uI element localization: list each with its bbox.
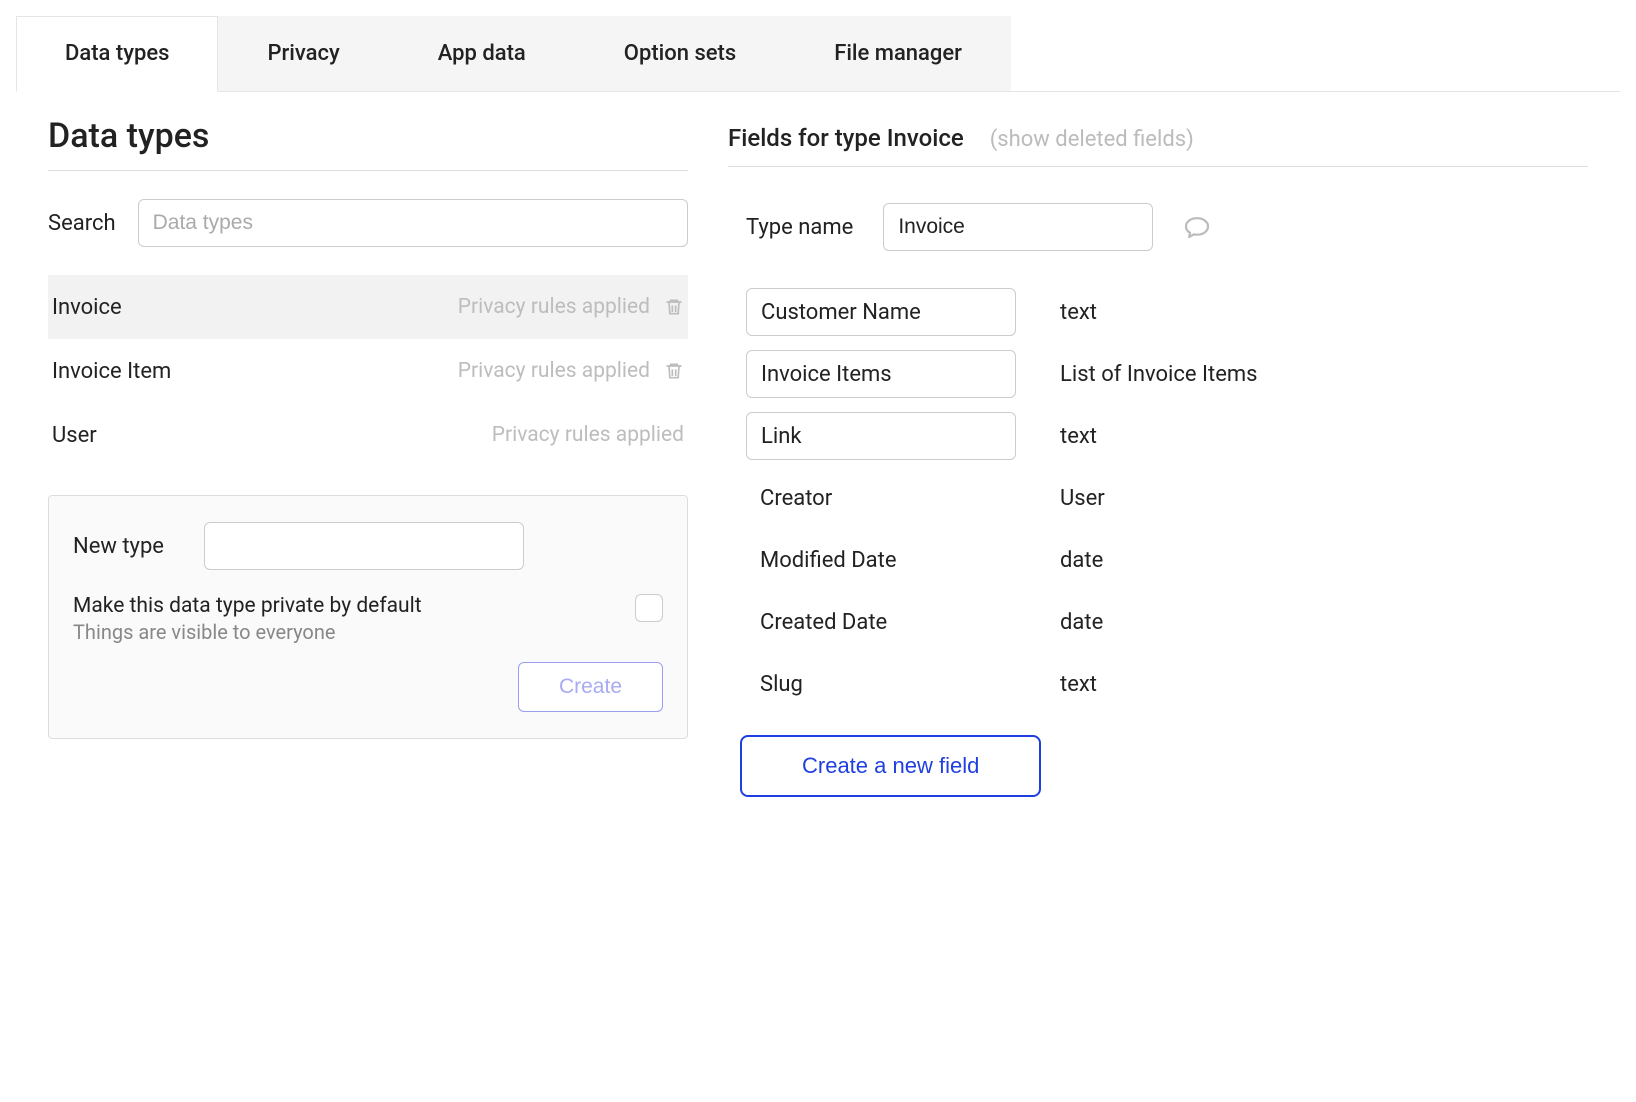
- tab-data-types[interactable]: Data types: [16, 16, 218, 92]
- data-type-name: Invoice Item: [52, 359, 171, 384]
- show-deleted-fields[interactable]: (show deleted fields): [990, 127, 1194, 152]
- create-field-button[interactable]: Create a new field: [740, 735, 1041, 797]
- trash-icon[interactable]: [664, 296, 684, 318]
- tab-file-manager[interactable]: File manager: [785, 16, 1011, 91]
- private-checkbox[interactable]: [635, 594, 663, 622]
- section-title-data-types: Data types: [48, 116, 688, 171]
- field-row: Invoice Items List of Invoice Items: [728, 343, 1588, 405]
- fields-list: Customer Name text Invoice Items List of…: [728, 281, 1588, 715]
- field-name: Modified Date: [746, 548, 1016, 573]
- new-type-panel: New type Make this data type private by …: [48, 495, 688, 739]
- field-row: Link text: [728, 405, 1588, 467]
- privacy-note: Privacy rules applied: [458, 359, 650, 383]
- tab-option-sets[interactable]: Option sets: [575, 16, 785, 91]
- data-type-name: User: [52, 423, 97, 448]
- field-type: text: [1060, 672, 1097, 697]
- field-name: Creator: [746, 486, 1016, 511]
- field-name-input[interactable]: Invoice Items: [746, 350, 1016, 398]
- field-name-input[interactable]: Link: [746, 412, 1016, 460]
- type-name-input[interactable]: [883, 203, 1153, 251]
- field-type: date: [1060, 548, 1103, 573]
- privacy-note: Privacy rules applied: [492, 423, 684, 447]
- field-type: User: [1060, 486, 1105, 511]
- create-type-button[interactable]: Create: [518, 662, 663, 712]
- trash-icon[interactable]: [664, 360, 684, 382]
- field-row: Creator User: [728, 467, 1588, 529]
- tab-privacy[interactable]: Privacy: [218, 16, 388, 91]
- data-type-name: Invoice: [52, 295, 122, 320]
- data-type-row[interactable]: Invoice Item Privacy rules applied: [48, 339, 688, 403]
- field-row: Customer Name text: [728, 281, 1588, 343]
- data-type-row[interactable]: User Privacy rules applied: [48, 403, 688, 467]
- field-type: text: [1060, 300, 1097, 325]
- new-type-input[interactable]: [204, 522, 524, 570]
- tabs: Data types Privacy App data Option sets …: [16, 16, 1620, 92]
- fields-title: Fields for type Invoice: [728, 124, 964, 152]
- field-row: Modified Date date: [728, 529, 1588, 591]
- private-label: Make this data type private by default: [73, 594, 422, 618]
- field-type: date: [1060, 610, 1103, 635]
- privacy-note: Privacy rules applied: [458, 295, 650, 319]
- field-name: Created Date: [746, 610, 1016, 635]
- field-row: Slug text: [728, 653, 1588, 715]
- field-name: Slug: [746, 672, 1016, 697]
- data-type-list: Invoice Privacy rules applied Invoice It…: [48, 275, 688, 467]
- data-type-row[interactable]: Invoice Privacy rules applied: [48, 275, 688, 339]
- type-name-label: Type name: [746, 215, 853, 240]
- tab-app-data[interactable]: App data: [389, 16, 575, 91]
- field-type: List of Invoice Items: [1060, 362, 1258, 387]
- field-type: text: [1060, 424, 1097, 449]
- comment-icon[interactable]: [1183, 216, 1211, 238]
- field-name-input[interactable]: Customer Name: [746, 288, 1016, 336]
- search-input[interactable]: [138, 199, 688, 247]
- field-row: Created Date date: [728, 591, 1588, 653]
- new-type-label: New type: [73, 534, 164, 559]
- private-sublabel: Things are visible to everyone: [73, 620, 422, 644]
- search-label: Search: [48, 211, 116, 236]
